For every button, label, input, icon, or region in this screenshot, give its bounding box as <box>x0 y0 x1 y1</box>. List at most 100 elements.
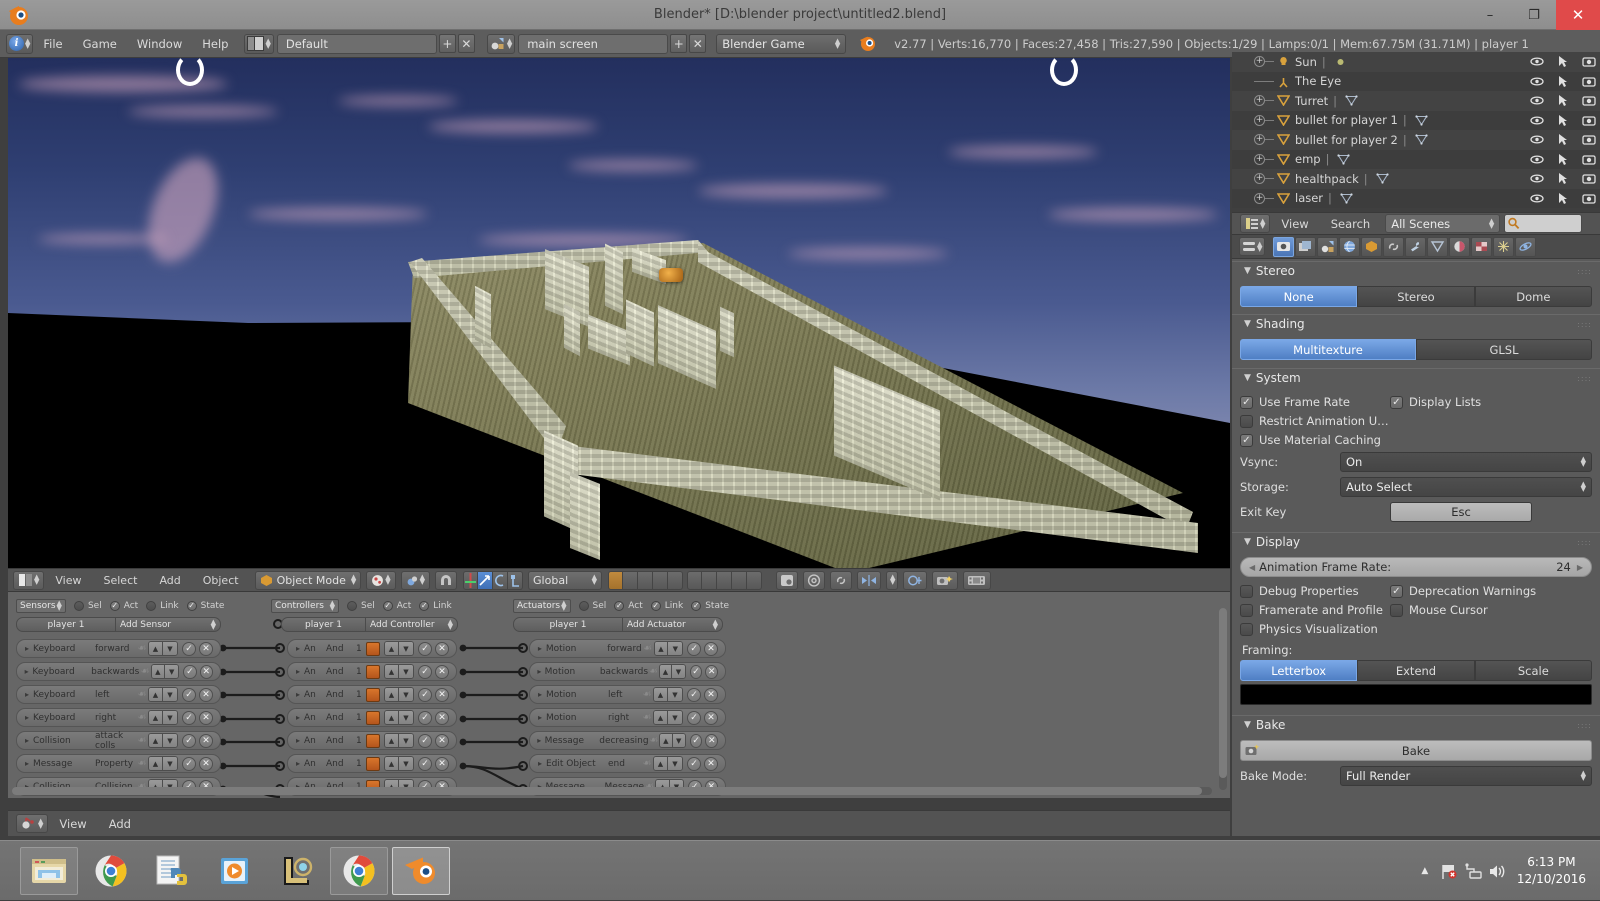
controller-name[interactable]: And <box>326 713 356 723</box>
actuators-toggle-sel[interactable]: Sel <box>578 600 606 611</box>
pin-icon[interactable]: ☙ <box>139 666 150 677</box>
controller-name[interactable]: And <box>326 667 356 677</box>
actuator-brick[interactable]: ▸ Motion forward ☙ ▲ ▼ ✓ ✕ <box>529 639 726 658</box>
sensor-name[interactable]: left <box>95 690 136 700</box>
expand-caret-icon[interactable]: ▸ <box>292 759 304 768</box>
framing-option-letterbox[interactable]: Letterbox <box>1240 660 1358 681</box>
delete-button[interactable]: ✕ <box>435 756 449 771</box>
sensor-brick[interactable]: ▸ Keyboard backwards ☙ ▲ ▼ ✓ ✕ <box>16 662 221 681</box>
delete-button[interactable]: ✕ <box>199 664 213 679</box>
move-up-button[interactable]: ▲ <box>385 688 399 701</box>
reorder-buttons[interactable]: ▲▼ <box>148 756 178 771</box>
move-up-button[interactable]: ▲ <box>659 665 673 678</box>
controller-brick[interactable]: ▸An And1 ▲▼ ✓✕ <box>287 708 457 727</box>
menu-window[interactable]: Window <box>127 30 192 58</box>
mesh-data-icon[interactable] <box>1415 115 1428 126</box>
move-down-button[interactable]: ▼ <box>668 642 683 655</box>
selectable-cursor-icon[interactable] <box>1556 114 1570 127</box>
move-up-button[interactable]: ▲ <box>385 665 399 678</box>
reorder-buttons[interactable]: ▲▼ <box>653 641 684 656</box>
visibility-eye-icon[interactable] <box>1530 75 1544 88</box>
sensor-brick[interactable]: ▸ Keyboard right ☙ ▲ ▼ ✓ ✕ <box>16 708 221 727</box>
move-down-button[interactable]: ▼ <box>399 642 413 655</box>
move-down-button[interactable]: ▼ <box>672 734 685 747</box>
move-up-button[interactable]: ▲ <box>385 711 399 724</box>
move-down-button[interactable]: ▼ <box>163 757 177 770</box>
reorder-buttons[interactable]: ▲▼ <box>150 664 180 679</box>
menu-file[interactable]: File <box>33 30 72 58</box>
sensor-brick[interactable]: ▸ Collision attack colls ☙ ▲ ▼ ✓ ✕ <box>16 731 221 751</box>
outliner-search-input[interactable] <box>1504 214 1583 233</box>
expand-caret-icon[interactable]: ▸ <box>21 667 32 676</box>
controller-script-icon[interactable] <box>366 710 380 725</box>
move-up-button[interactable]: ▲ <box>654 757 668 770</box>
actuator-brick[interactable]: ▸ Motion backwards ☙ ▲ ▼ ✓ ✕ <box>529 662 726 681</box>
add-actuator-button[interactable]: Add Actuator ▲ ▼ <box>623 617 723 632</box>
outliner-row-sun[interactable]: + Sun | <box>1232 52 1600 72</box>
mesh-data-icon[interactable] <box>1376 173 1389 184</box>
lamp-data-icon[interactable] <box>1334 56 1347 67</box>
expand-caret-icon[interactable]: ▸ <box>21 759 33 768</box>
move-down-button[interactable]: ▼ <box>163 688 177 701</box>
move-up-button[interactable]: ▲ <box>385 757 399 770</box>
renderable-camera-icon[interactable] <box>1582 172 1596 185</box>
enable-toggle[interactable]: ✓ <box>182 756 196 771</box>
enable-toggle[interactable]: ✓ <box>418 641 432 656</box>
outliner-menu-search[interactable]: Search <box>1320 212 1382 236</box>
actuator-brick[interactable]: ▸ Message decreasing ☙ ▲ ▼ ✓ ✕ <box>529 731 726 750</box>
taskbar-item-blender[interactable] <box>392 846 450 895</box>
selectable-cursor-icon[interactable] <box>1556 192 1570 205</box>
controllers-object-name[interactable]: player 1 <box>281 617 366 632</box>
renderable-camera-icon[interactable] <box>1582 192 1596 205</box>
visibility-eye-icon[interactable] <box>1530 192 1544 205</box>
viewport-menu-object[interactable]: Object <box>192 568 250 592</box>
move-up-button[interactable]: ▲ <box>654 688 668 701</box>
delete-screen-layout-button[interactable]: ✕ <box>457 34 475 53</box>
menu-game[interactable]: Game <box>73 30 127 58</box>
layer-button[interactable] <box>717 570 733 590</box>
controllers-toggle-link[interactable]: ✓ Link <box>419 600 452 611</box>
chevron-left-icon[interactable]: ◀ <box>1249 563 1255 572</box>
sensors-toggle-state[interactable]: ✓ State <box>186 600 224 611</box>
outliner-menu-view[interactable]: View <box>1270 212 1319 236</box>
layer-button[interactable] <box>653 570 669 590</box>
renderable-camera-icon[interactable] <box>1582 55 1596 68</box>
controller-script-icon[interactable] <box>366 664 380 679</box>
enable-toggle[interactable]: ✓ <box>418 664 432 679</box>
actuator-name[interactable]: end <box>608 759 641 769</box>
controllers-filter-select[interactable]: Controllers ▲ ▼ <box>271 598 339 613</box>
actuator-name[interactable]: right <box>608 713 641 723</box>
controller-brick[interactable]: ▸An And1 ▲▼ ✓✕ <box>287 754 457 773</box>
controller-brick[interactable]: ▸An And1 ▲▼ ✓✕ <box>287 731 457 750</box>
logic-editor[interactable]: Sensors ▲ ▼ Sel ✓ Act Link ✓ State player 1… <box>8 592 1230 798</box>
delete-button[interactable]: ✕ <box>435 687 449 702</box>
reorder-buttons[interactable]: ▲▼ <box>659 733 686 748</box>
reorder-buttons[interactable]: ▲▼ <box>148 710 178 725</box>
vsync-select[interactable]: On ▲ ▼ <box>1340 452 1592 472</box>
expand-toggle-icon[interactable]: + <box>1254 114 1265 126</box>
move-up-button[interactable]: ▲ <box>385 642 399 655</box>
pin-icon[interactable]: ☙ <box>642 643 654 654</box>
mesh-data-icon[interactable] <box>1415 134 1428 145</box>
minimize-button[interactable]: – <box>1468 0 1512 30</box>
bake-mode-select[interactable]: Full Render ▲ ▼ <box>1340 766 1592 786</box>
reorder-buttons[interactable]: ▲▼ <box>653 687 683 702</box>
reorder-buttons[interactable]: ▲▼ <box>658 664 686 679</box>
outliner-row-the-eye[interactable]: The Eye <box>1232 71 1600 91</box>
mesh-data-icon[interactable] <box>1337 154 1351 165</box>
pin-icon[interactable]: ☙ <box>136 712 148 723</box>
3d-viewport[interactable] <box>8 58 1230 568</box>
delete-button[interactable]: ✕ <box>199 641 213 656</box>
controller-brick[interactable]: ▸An And1 ▲▼ ✓✕ <box>287 639 457 658</box>
enable-toggle[interactable]: ✓ <box>418 733 432 748</box>
reorder-buttons[interactable]: ▲▼ <box>384 733 414 748</box>
sensor-name[interactable]: backwards <box>91 667 139 677</box>
sensor-name[interactable]: forward <box>95 644 136 654</box>
sensors-toggle-link[interactable]: Link <box>146 600 179 611</box>
renderable-camera-icon[interactable] <box>1582 153 1596 166</box>
section-header-bake[interactable]: ▼ Bake :::: <box>1232 715 1600 734</box>
actuators-toggle-state[interactable]: ✓ State <box>691 600 729 611</box>
taskbar-item-media-player[interactable] <box>206 847 264 895</box>
controller-name[interactable]: And <box>326 736 356 746</box>
tab-render[interactable] <box>1273 236 1295 257</box>
